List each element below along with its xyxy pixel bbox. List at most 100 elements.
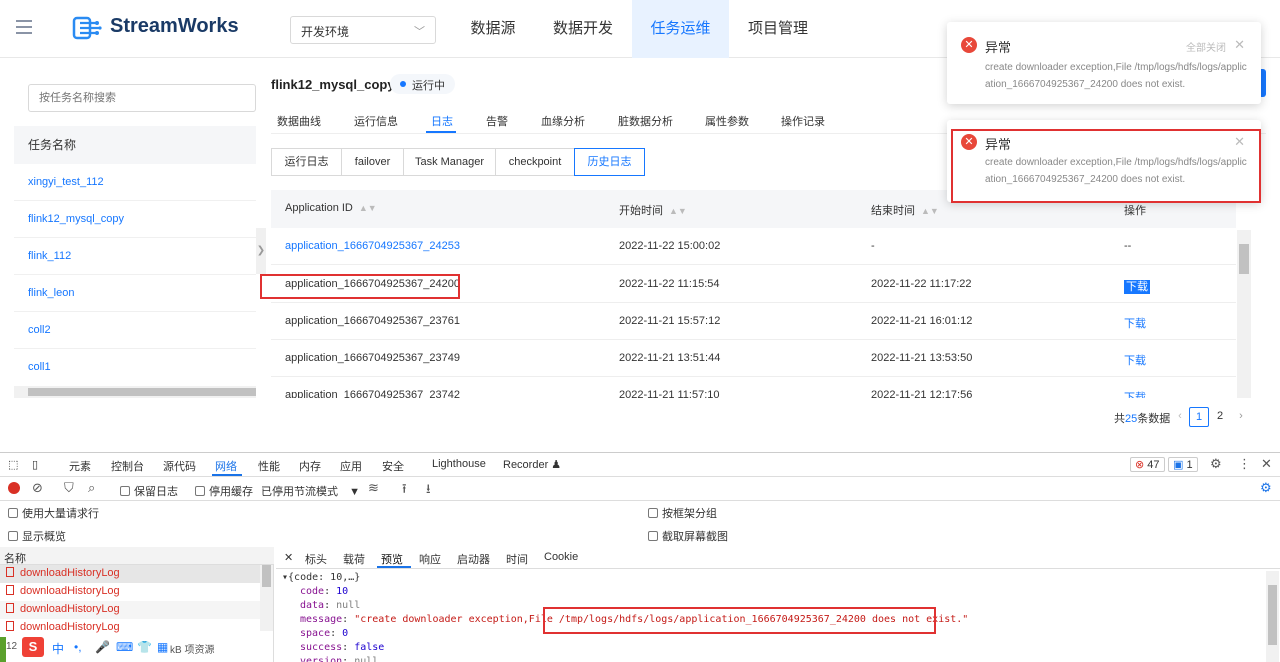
devtools-tab-application[interactable]: 应用 [340, 458, 362, 474]
column-header[interactable]: 结束时间 ▲▼ [871, 202, 939, 218]
disable-cache-checkbox[interactable]: 停用缓存 [195, 483, 253, 499]
more-options-icon[interactable]: ⋮ [1238, 456, 1251, 472]
filter-icon[interactable]: ⛉ [64, 480, 74, 496]
task-list-item[interactable]: xingyi_test_112 [14, 164, 256, 201]
keyboard-icon[interactable]: ⌨ [116, 640, 133, 654]
download-link[interactable]: 下载 [1124, 389, 1146, 398]
devtools-tab-console[interactable]: 控制台 [111, 458, 144, 474]
detail-tab-preview[interactable]: 预览 [381, 551, 403, 567]
detail-tab-response[interactable]: 响应 [419, 551, 441, 567]
tab-data-curve[interactable]: 数据曲线 [277, 113, 321, 129]
prev-page-icon[interactable]: ‹ [1170, 407, 1190, 427]
message-count-badge[interactable]: ▣ 1 [1168, 457, 1198, 472]
hamburger-menu-icon[interactable] [16, 20, 32, 34]
download-link[interactable]: 下载 [1124, 278, 1150, 294]
request-row[interactable]: downloadHistoryLog [0, 583, 260, 601]
task-list-item[interactable]: flink_112 [14, 238, 256, 275]
inspect-icon[interactable]: ⬚ [8, 458, 18, 471]
request-row[interactable]: downloadHistoryLog [0, 619, 260, 633]
download-link[interactable]: 下载 [1124, 315, 1146, 331]
search-icon[interactable]: ⌕ [88, 480, 95, 496]
column-header[interactable]: 开始时间 ▲▼ [619, 202, 687, 218]
punctuation-icon[interactable]: •, [74, 640, 82, 654]
tab-operation-log[interactable]: 操作记录 [781, 113, 825, 129]
close-icon[interactable]: ✕ [1234, 37, 1245, 53]
detail-tab-payload[interactable]: 载荷 [343, 551, 365, 567]
tab-dirty-data[interactable]: 脏数据分析 [618, 113, 673, 129]
sogou-ime-icon[interactable]: S [22, 637, 44, 657]
detail-tab-cookie[interactable]: Cookie [544, 551, 578, 563]
microphone-icon[interactable]: 🎤 [95, 640, 110, 654]
network-settings-gear-icon[interactable]: ⚙ [1260, 480, 1272, 496]
task-list-item[interactable]: flink_leon [14, 275, 256, 312]
devtools-tab-recorder[interactable]: Recorder ♟ [503, 458, 561, 471]
close-detail-icon[interactable]: ✕ [284, 551, 293, 564]
close-devtools-icon[interactable]: ✕ [1261, 456, 1272, 472]
request-row[interactable]: downloadHistoryLog [0, 565, 260, 583]
action-none: -- [1124, 240, 1132, 252]
import-har-icon[interactable]: ⭱ [402, 480, 407, 502]
show-overview-checkbox[interactable]: 显示概览 [8, 528, 66, 544]
nav-task-ops[interactable]: 任务运维 [632, 0, 729, 58]
task-list-item[interactable]: coll2 [14, 312, 256, 349]
task-search-input[interactable] [28, 84, 256, 112]
preserve-log-checkbox[interactable]: 保留日志 [120, 483, 178, 499]
subtab-history-log[interactable]: 历史日志 [574, 148, 645, 176]
table-vertical-scrollbar[interactable] [1237, 230, 1251, 398]
devtools-tab-elements[interactable]: 元素 [69, 458, 91, 474]
subtab-checkpoint[interactable]: checkpoint [495, 148, 575, 176]
download-link[interactable]: 下载 [1124, 352, 1146, 368]
task-list-item[interactable]: coll1 [14, 349, 256, 386]
throttle-select[interactable]: 已停用节流模式 ▼ [261, 483, 360, 499]
app-id-link[interactable]: application_1666704925367_24253 [285, 240, 460, 252]
page-1-button[interactable]: 1 [1189, 407, 1209, 427]
export-har-icon[interactable]: ⭳ [426, 480, 431, 502]
toolbox-icon[interactable]: ▦ [157, 640, 168, 654]
close-all-button[interactable]: 全部关闭 [1186, 39, 1226, 54]
ime-language-toggle[interactable]: 中 [52, 640, 64, 657]
tab-logs[interactable]: 日志 [431, 113, 453, 129]
record-icon[interactable] [8, 482, 20, 494]
page-2-button[interactable]: 2 [1210, 407, 1230, 427]
error-notification: ✕ 异常 全部关闭 ✕ create downloader exception,… [947, 22, 1261, 104]
environment-select[interactable]: 开发环境 ﹀ [290, 16, 436, 44]
devtools-tab-security[interactable]: 安全 [382, 458, 404, 474]
devtools-tab-lighthouse[interactable]: Lighthouse [432, 458, 486, 470]
skin-icon[interactable]: 👕 [137, 640, 152, 654]
settings-gear-icon[interactable]: ⚙ [1210, 456, 1222, 472]
nav-data-development[interactable]: 数据开发 [543, 0, 623, 58]
tab-run-info[interactable]: 运行信息 [354, 113, 398, 129]
detail-tab-initiator[interactable]: 启动器 [457, 551, 490, 567]
nav-project-management[interactable]: 项目管理 [740, 0, 816, 58]
collapse-sidebar-toggle[interactable]: ❯ [256, 228, 266, 274]
column-header[interactable]: Application ID ▲▼ [285, 202, 377, 214]
highlight-box [951, 129, 1261, 203]
tab-properties[interactable]: 属性参数 [705, 113, 749, 129]
devtools-tab-performance[interactable]: 性能 [258, 458, 280, 474]
subtab-failover[interactable]: failover [341, 148, 404, 176]
network-conditions-icon[interactable]: ≋ [368, 480, 379, 496]
devtools-tab-memory[interactable]: 内存 [299, 458, 321, 474]
devtools-tab-sources[interactable]: 源代码 [163, 458, 196, 474]
nav-datasource[interactable]: 数据源 [460, 0, 526, 58]
device-toolbar-icon[interactable]: ▯ [32, 458, 38, 471]
task-list-item[interactable]: flink12_mysql_copy [14, 201, 256, 238]
tab-lineage[interactable]: 血缘分析 [541, 113, 585, 129]
capture-screenshots-checkbox[interactable]: 截取屏幕截图 [648, 528, 728, 544]
detail-tab-timing[interactable]: 时间 [506, 551, 528, 567]
next-page-icon[interactable]: › [1231, 407, 1251, 427]
group-by-frame-checkbox[interactable]: 按框架分组 [648, 505, 717, 521]
sidebar-horizontal-scrollbar[interactable] [14, 386, 256, 398]
request-row[interactable]: downloadHistoryLog [0, 601, 260, 619]
devtools-tab-network[interactable]: 网络 [215, 458, 237, 474]
clear-icon[interactable]: ⊘ [32, 480, 43, 496]
preview-scrollbar[interactable] [1266, 571, 1279, 662]
error-count-badge[interactable]: ⊗ 47 [1130, 457, 1165, 472]
json-summary[interactable]: ▾{code: 10,…} [282, 571, 968, 585]
detail-tab-headers[interactable]: 标头 [305, 551, 327, 567]
request-list-scrollbar[interactable] [260, 565, 273, 631]
large-request-rows-checkbox[interactable]: 使用大量请求行 [8, 505, 99, 521]
tab-alerts[interactable]: 告警 [486, 113, 508, 129]
subtab-run-log[interactable]: 运行日志 [271, 148, 342, 176]
subtab-task-manager[interactable]: Task Manager [403, 148, 496, 176]
